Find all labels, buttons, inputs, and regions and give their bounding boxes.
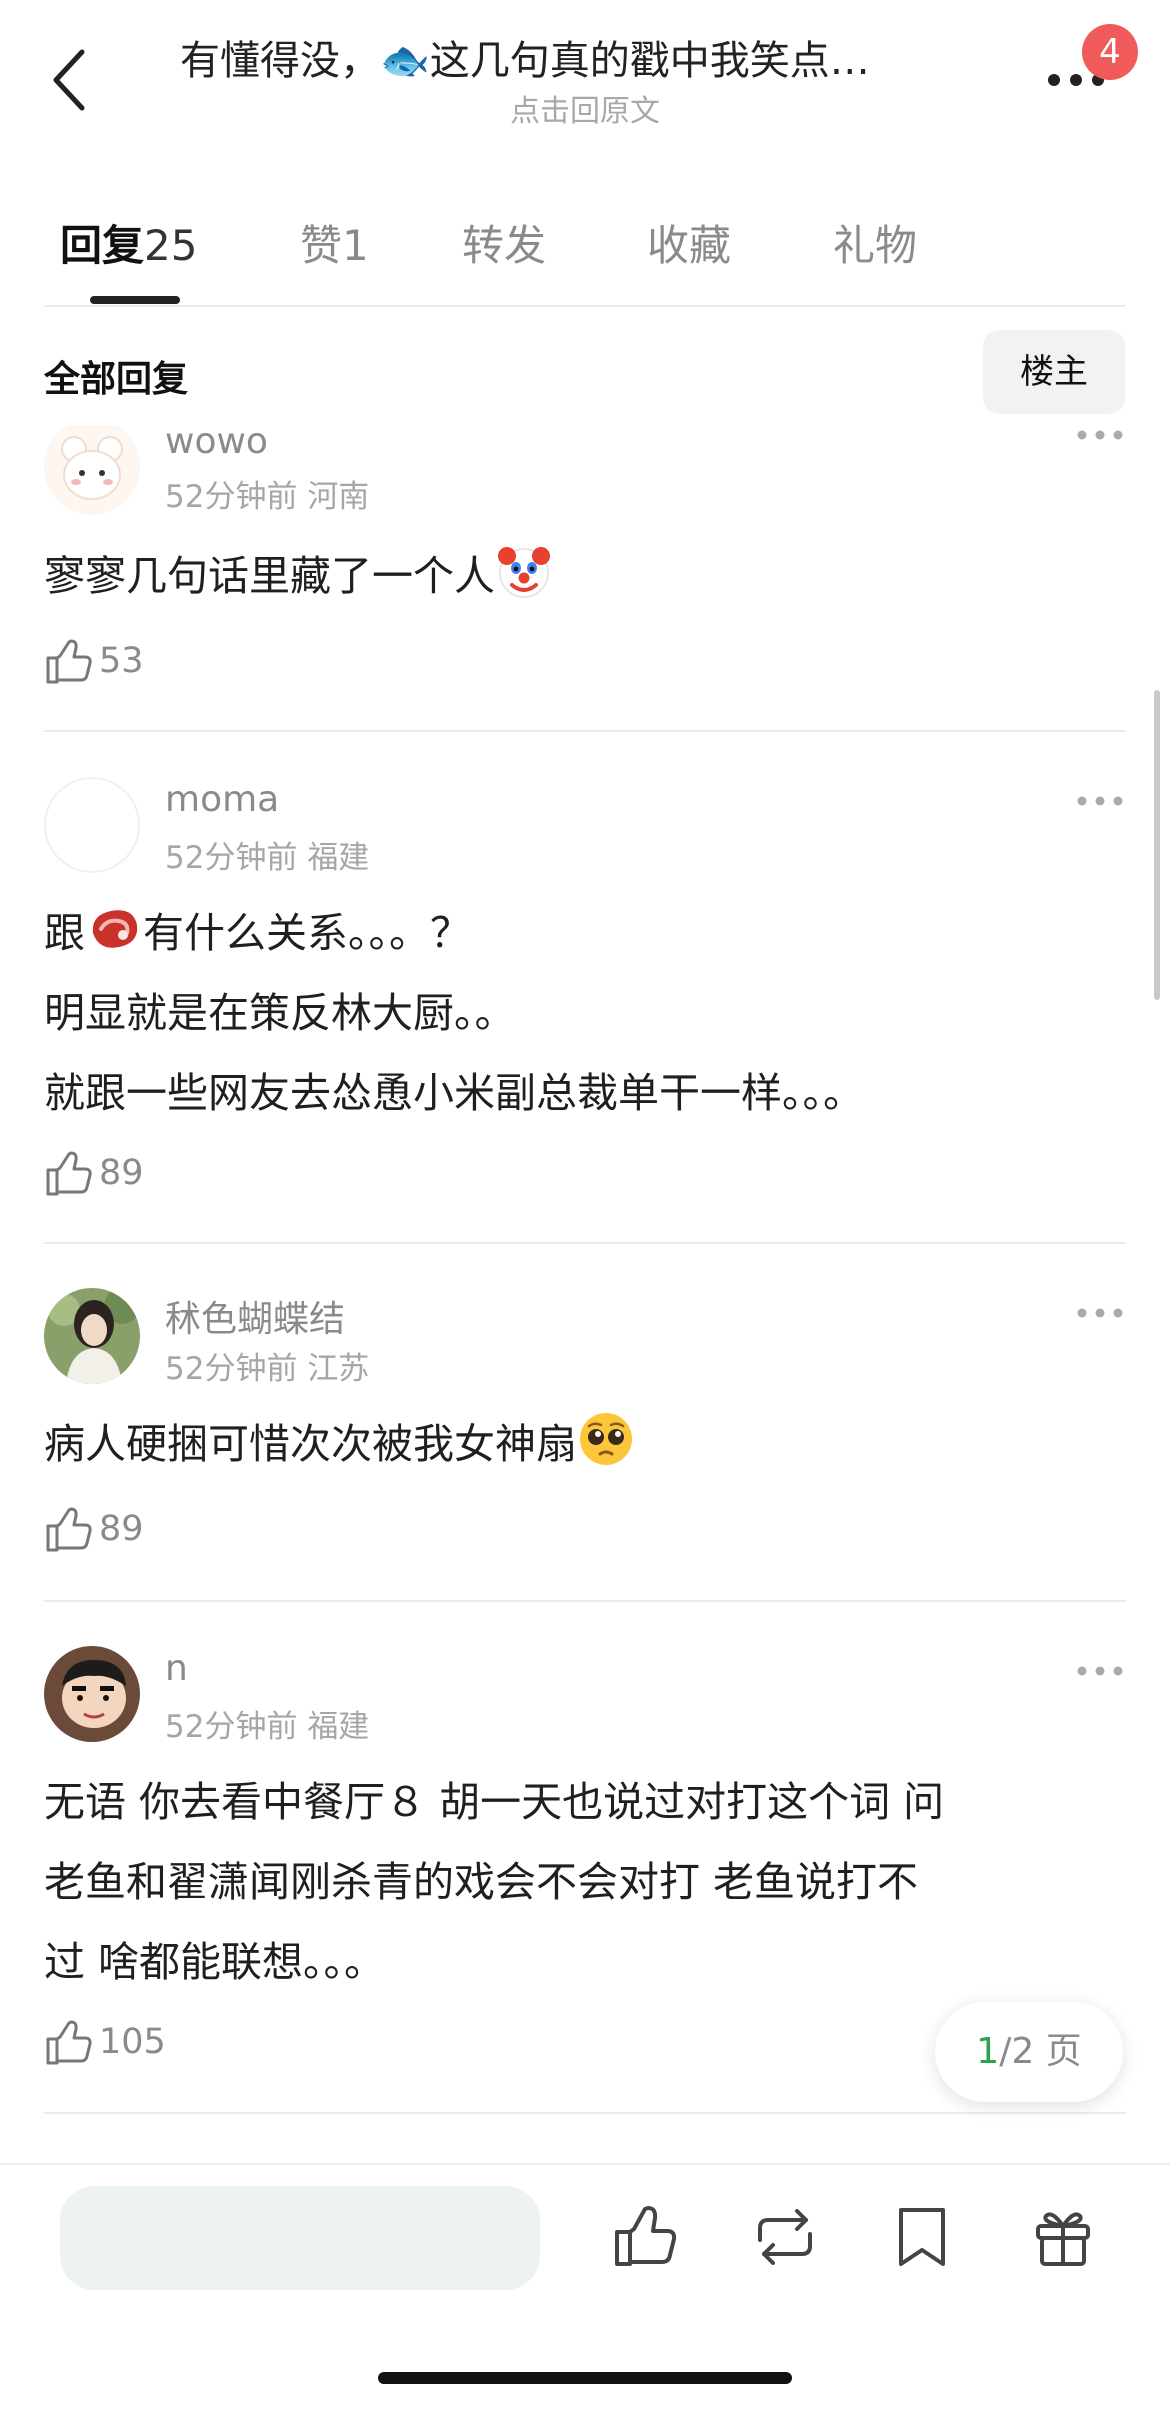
thumbs-up-icon[interactable] <box>611 2202 681 2272</box>
tab-count: 1 <box>342 221 369 270</box>
current-page: 1 <box>976 2031 1000 2072</box>
thumbs-up-icon[interactable] <box>44 637 94 687</box>
divider <box>44 1242 1126 1244</box>
tab-label: 转发 <box>462 221 547 270</box>
like-count: 89 <box>99 1153 144 1193</box>
thumbs-up-icon[interactable] <box>44 1149 94 1199</box>
post-title[interactable]: 有懂得没，🐟这几句真的戳中我笑点… <box>180 28 990 86</box>
gift-icon[interactable] <box>1028 2202 1098 2272</box>
comment-text: 跟 有什么关系。。。？ 明显就是在策反林大厨。。 就跟一些网友去怂恿小米副总裁单… <box>44 893 1124 1133</box>
location: 福建 <box>307 1709 370 1745</box>
sheep-avatar-icon <box>44 425 140 515</box>
comment-line: 过 啥都能联想。。。 <box>44 1938 386 1986</box>
avatar[interactable] <box>44 777 140 873</box>
comment-text-part: 有什么关系。。。？ <box>143 909 471 957</box>
comment-text: 无语 你去看中餐厅８ 胡一天也说过对打这个词 问 老鱼和翟潇闻刚杀青的戏会不会对… <box>44 1762 1124 2002</box>
timestamp: 52分钟前 <box>165 479 298 515</box>
comment-meta: 52分钟前 江苏 <box>165 1343 369 1388</box>
comment-more-icon[interactable] <box>1076 1303 1124 1323</box>
divider <box>44 1600 1126 1602</box>
timestamp: 52分钟前 <box>165 1709 298 1745</box>
active-tab-indicator <box>90 296 180 304</box>
comment-more-icon[interactable] <box>1076 425 1124 445</box>
comment-text: 寥寥几句话里藏了一个人 <box>44 536 1124 616</box>
tab-label: 收藏 <box>647 221 732 270</box>
location: 福建 <box>307 840 370 876</box>
cartoon-avatar-icon <box>44 1646 140 1742</box>
comment-meta: 52分钟前 福建 <box>165 1701 369 1746</box>
location: 江苏 <box>307 1351 370 1387</box>
tab-reposts[interactable]: 转发 <box>462 212 546 273</box>
back-to-original-link[interactable]: 点击回原文 <box>0 86 1170 130</box>
avatar[interactable] <box>44 1646 140 1742</box>
location: 河南 <box>307 479 370 515</box>
comment-meta: 52分钟前 福建 <box>165 832 369 877</box>
comment-more-icon[interactable] <box>1076 791 1124 811</box>
notification-badge: 4 <box>1082 24 1138 80</box>
comment-input[interactable] <box>60 2186 540 2290</box>
like-count: 105 <box>99 2022 166 2062</box>
all-replies-heading: 全部回复 <box>44 359 189 400</box>
comment-line: 跟 有什么关系。。。？ <box>44 893 1124 973</box>
scrollbar[interactable] <box>1154 690 1160 1000</box>
author-only-filter-button[interactable]: 楼主 <box>983 330 1125 414</box>
clown-face-icon <box>498 547 550 598</box>
comment-text-part: 跟 <box>44 909 85 957</box>
like-count: 53 <box>99 641 144 681</box>
timestamp: 52分钟前 <box>165 1351 298 1387</box>
thumbs-up-icon[interactable] <box>44 2018 94 2068</box>
avatar[interactable] <box>44 425 140 515</box>
comment-line: 老鱼和翟潇闻刚杀青的戏会不会对打 老鱼说打不 <box>44 1858 919 1906</box>
home-indicator[interactable] <box>378 2372 792 2384</box>
pleading-face-icon <box>580 1413 632 1465</box>
divider <box>44 730 1126 732</box>
comment-line: 就跟一些网友去怂恿小米副总裁单干一样。。。 <box>44 1069 864 1117</box>
divider <box>44 305 1126 307</box>
tab-gifts[interactable]: 礼物 <box>833 212 917 273</box>
comment-text-part: 寥寥几句话里藏了一个人 <box>44 552 495 600</box>
username[interactable]: wowo <box>165 425 268 462</box>
tab-label: 赞 <box>300 221 343 270</box>
comment-line: 明显就是在策反林大厨。。 <box>44 989 516 1037</box>
profile-photo-icon <box>44 1288 140 1384</box>
comment-text: 病人硬捆可惜次次被我女神扇 <box>44 1404 1124 1484</box>
page-indicator[interactable]: 1/2 页 <box>935 2002 1123 2102</box>
divider <box>0 2163 1170 2165</box>
username[interactable]: 秫色蝴蝶结 <box>165 1290 345 1342</box>
bookmark-icon[interactable] <box>887 2202 957 2272</box>
comment-line: 无语 你去看中餐厅８ 胡一天也说过对打这个词 问 <box>44 1778 945 1826</box>
tab-label: 礼物 <box>833 221 918 270</box>
repost-icon[interactable] <box>750 2202 820 2272</box>
tab-label: 回复 <box>60 221 145 270</box>
tab-likes[interactable]: 赞1 <box>300 212 369 273</box>
tab-favorites[interactable]: 收藏 <box>647 212 731 273</box>
divider <box>44 2112 1126 2114</box>
avatar[interactable] <box>44 1288 140 1384</box>
timestamp: 52分钟前 <box>165 840 298 876</box>
steak-icon <box>92 910 138 948</box>
tab-replies[interactable]: 回复25 <box>60 212 197 273</box>
comment-more-icon[interactable] <box>1076 1661 1124 1681</box>
username[interactable]: moma <box>165 779 279 820</box>
comment-meta: 52分钟前 河南 <box>165 471 369 516</box>
comment-text-part: 病人硬捆可惜次次被我女神扇 <box>44 1420 577 1468</box>
thumbs-up-icon[interactable] <box>44 1505 94 1555</box>
username[interactable]: n <box>165 1648 188 1689</box>
page-total: /2 页 <box>999 2031 1082 2072</box>
tab-count: 25 <box>144 221 198 270</box>
like-count: 89 <box>99 1509 144 1549</box>
